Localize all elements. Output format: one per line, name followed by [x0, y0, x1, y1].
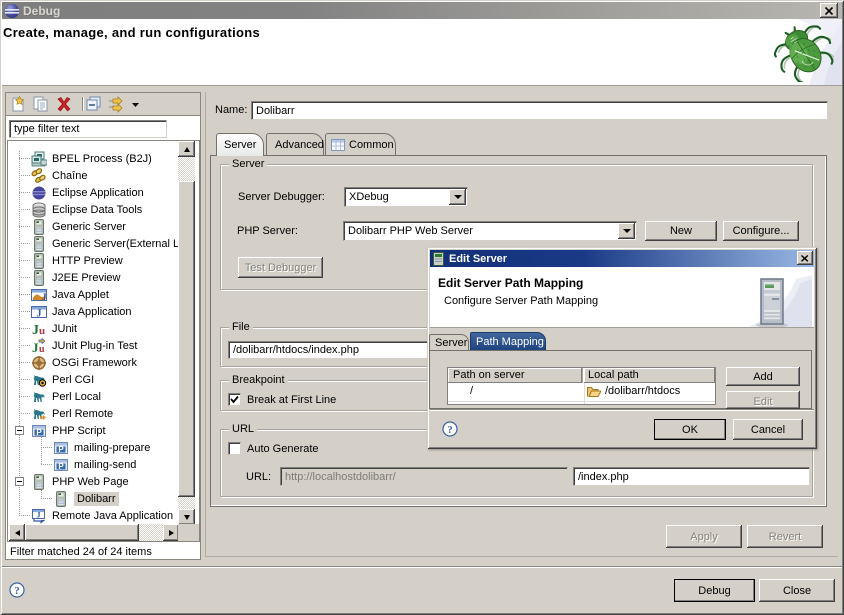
svg-text:?: ? — [447, 424, 453, 436]
svg-text:?: ? — [14, 585, 20, 597]
